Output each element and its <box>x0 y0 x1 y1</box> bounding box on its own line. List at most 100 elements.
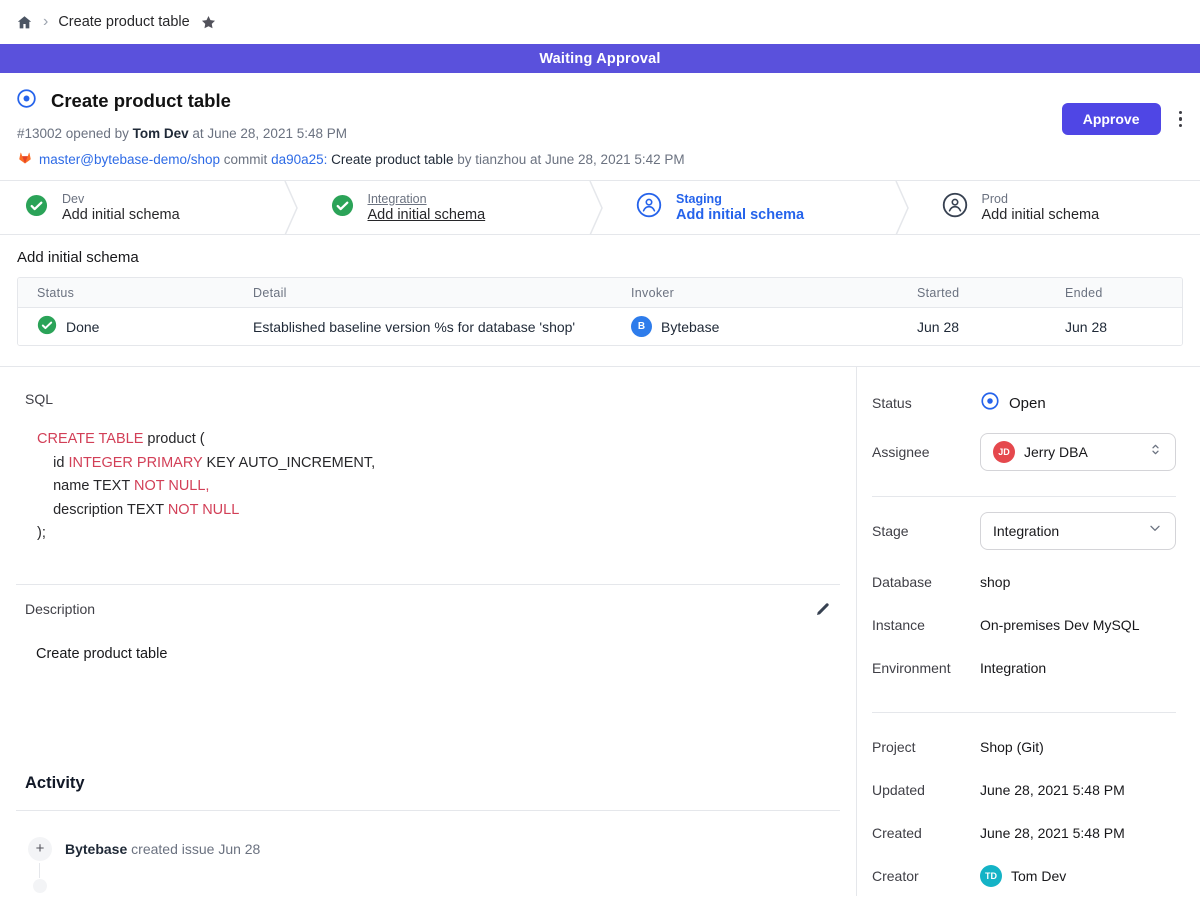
stage-select[interactable]: Integration <box>980 512 1176 550</box>
column-detail: Detail <box>234 286 612 300</box>
column-started: Started <box>898 286 1046 300</box>
stage-task-label: Add initial schema <box>982 207 1100 223</box>
project-value: Shop (Git) <box>980 739 1044 755</box>
stage-value: Integration <box>993 523 1138 539</box>
creator-avatar: TD <box>980 865 1002 887</box>
stage-task-label: Add initial schema <box>62 207 180 223</box>
breadcrumb: › Create product table <box>0 0 1200 44</box>
project-label: Project <box>872 739 980 755</box>
gitlab-icon <box>17 150 33 168</box>
task-section-title: Add initial schema <box>17 249 1183 266</box>
stage-env-label: Dev <box>62 192 180 206</box>
task-table: Status Detail Invoker Started Ended Done… <box>17 277 1183 346</box>
task-invoker-cell: B Bytebase <box>612 316 898 337</box>
instance-label: Instance <box>872 617 980 633</box>
vcs-commit-text: master@bytebase-demo/shop commit da90a25… <box>39 152 685 167</box>
timeline-connector <box>39 863 40 878</box>
issue-author: Tom Dev <box>133 126 189 141</box>
column-invoker: Invoker <box>612 286 898 300</box>
activity-title: Activity <box>25 774 840 793</box>
chevron-down-icon <box>1147 520 1163 541</box>
timeline-node <box>33 879 47 893</box>
issue-header: Create product table #13002 opened by To… <box>0 73 1200 180</box>
stage-integration[interactable]: IntegrationAdd initial schema <box>306 181 590 234</box>
approval-banner: Waiting Approval <box>0 44 1200 73</box>
stage-task-label: Add initial schema <box>676 207 804 223</box>
task-detail-cell: Established baseline version %s for data… <box>234 319 612 335</box>
database-label: Database <box>872 574 980 590</box>
divider <box>872 496 1176 497</box>
issue-meta: #13002 opened by Tom Dev at June 28, 202… <box>17 126 1184 141</box>
divider <box>16 584 840 585</box>
stage-env-label: Integration <box>368 192 486 206</box>
issue-open-icon <box>16 88 37 114</box>
column-status: Status <box>18 286 234 300</box>
open-status-icon <box>980 391 1000 415</box>
vcs-commit-line: master@bytebase-demo/shop commit da90a25… <box>17 150 1184 168</box>
plus-icon: + <box>28 837 52 861</box>
pipeline-stage-bar: DevAdd initial schema IntegrationAdd ini… <box>0 180 1200 235</box>
stage-dev[interactable]: DevAdd initial schema <box>0 181 284 234</box>
stage-done-icon <box>25 194 48 222</box>
stage-env-label: Staging <box>676 192 804 206</box>
vcs-branch-link[interactable]: master@bytebase-demo/shop <box>39 152 220 167</box>
sql-code: CREATE TABLE product ( id INTEGER PRIMAR… <box>37 428 840 546</box>
left-column: SQL CREATE TABLE product ( id INTEGER PR… <box>0 367 856 896</box>
approval-banner-text: Waiting Approval <box>539 51 660 67</box>
unfold-icon <box>1148 441 1163 463</box>
approve-button[interactable]: Approve <box>1062 103 1161 135</box>
kebab-menu-icon[interactable] <box>1175 107 1187 132</box>
task-table-header: Status Detail Invoker Started Ended <box>18 278 1182 308</box>
task-status-cell: Done <box>18 315 234 338</box>
breadcrumb-current[interactable]: Create product table <box>58 14 189 30</box>
sql-label: SQL <box>25 391 840 407</box>
stage-separator-icon <box>895 181 917 234</box>
updated-label: Updated <box>872 782 980 798</box>
page-title: Create product table <box>51 90 231 112</box>
stage-env-label: Prod <box>982 192 1100 206</box>
stage-label: Stage <box>872 523 980 539</box>
stage-pending-person-icon <box>636 192 662 223</box>
creator-value: TD Tom Dev <box>980 865 1066 887</box>
breadcrumb-separator-icon: › <box>43 14 48 30</box>
environment-value: Integration <box>980 660 1046 676</box>
issue-body: SQL CREATE TABLE product ( id INTEGER PR… <box>0 366 1200 896</box>
star-icon[interactable] <box>200 14 217 31</box>
edit-pencil-icon[interactable] <box>815 601 831 617</box>
activity-item: + Bytebase created issue Jun 28 <box>28 837 840 861</box>
task-section: Add initial schema Status Detail Invoker… <box>0 235 1200 366</box>
bytebase-avatar: B <box>631 316 652 337</box>
stage-prod[interactable]: ProdAdd initial schema <box>917 181 1200 234</box>
description-label: Description <box>25 601 95 617</box>
stage-separator-icon <box>284 181 306 234</box>
instance-value: On-premises Dev MySQL <box>980 617 1139 633</box>
task-ended-cell: Jun 28 <box>1046 319 1182 335</box>
divider <box>16 810 840 811</box>
assignee-avatar: JD <box>993 441 1015 463</box>
status-label: Status <box>872 395 980 411</box>
done-check-icon <box>37 315 57 338</box>
task-started-cell: Jun 28 <box>898 319 1046 335</box>
stage-separator-icon <box>589 181 611 234</box>
column-ended: Ended <box>1046 286 1182 300</box>
assignee-name: Jerry DBA <box>1024 444 1139 460</box>
table-row[interactable]: Done Established baseline version %s for… <box>18 308 1182 345</box>
assignee-select[interactable]: JD Jerry DBA <box>980 433 1176 471</box>
divider <box>872 712 1176 713</box>
created-value: June 28, 2021 5:48 PM <box>980 825 1125 841</box>
description-text: Create product table <box>36 646 840 662</box>
stage-done-icon <box>331 194 354 222</box>
issue-sidebar: Status Open Assignee JD Jerry DBA <box>856 367 1200 896</box>
stage-task-label: Add initial schema <box>368 207 486 223</box>
assignee-label: Assignee <box>872 444 980 460</box>
status-value: Open <box>980 391 1046 415</box>
vcs-commit-link[interactable]: da90a25: <box>271 152 327 167</box>
updated-value: June 28, 2021 5:48 PM <box>980 782 1125 798</box>
environment-label: Environment <box>872 660 980 676</box>
home-icon[interactable] <box>16 14 33 31</box>
creator-label: Creator <box>872 868 980 884</box>
stage-staging[interactable]: StagingAdd initial schema <box>611 181 895 234</box>
activity-text: Bytebase created issue Jun 28 <box>65 841 260 857</box>
database-value: shop <box>980 574 1010 590</box>
bytebase-issue-page: › Create product table Waiting Approval … <box>0 0 1200 900</box>
